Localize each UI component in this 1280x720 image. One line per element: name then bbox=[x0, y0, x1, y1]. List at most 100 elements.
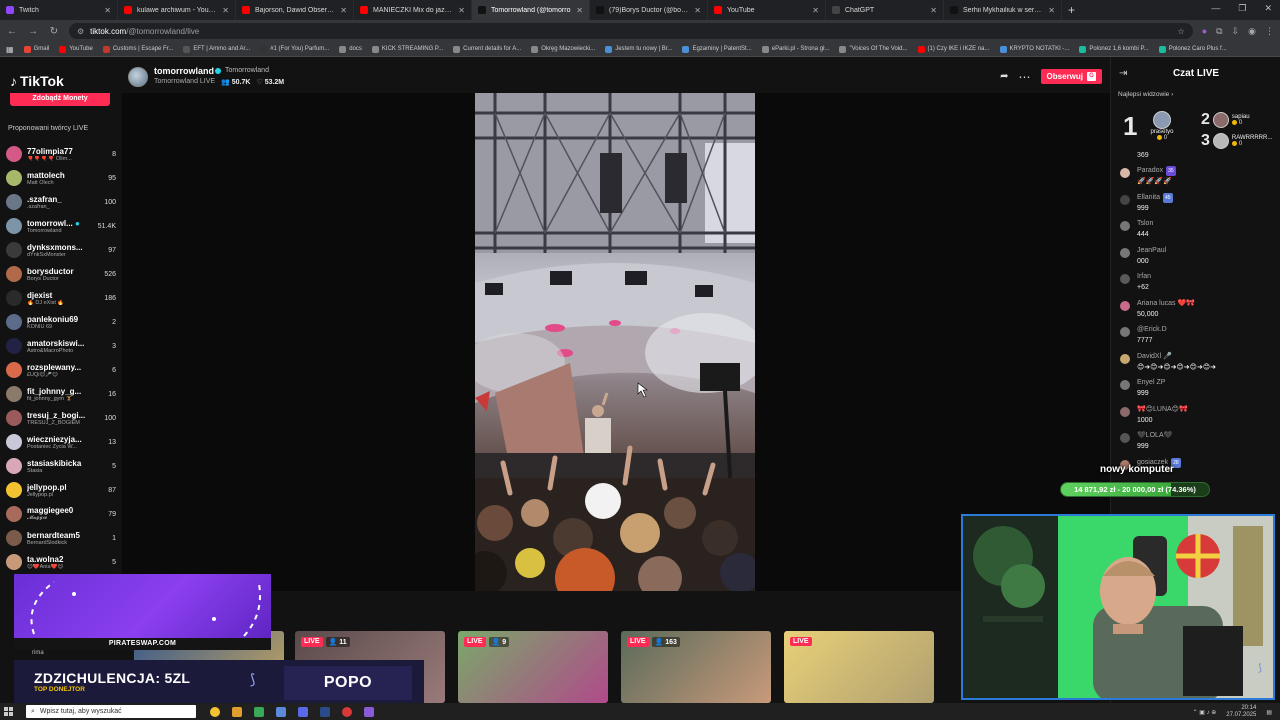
apps-grid-icon[interactable]: ▦ bbox=[6, 45, 14, 54]
podium-first[interactable]: 1 prasetyo 0 bbox=[1123, 111, 1173, 142]
bookmark-item[interactable]: Current details for A... bbox=[453, 45, 521, 53]
close-tab-icon[interactable]: ✕ bbox=[812, 6, 819, 15]
browser-tab[interactable]: ChatGPT ✕ bbox=[826, 0, 944, 20]
site-info-icon[interactable]: ⚙ bbox=[77, 27, 84, 36]
back-icon[interactable]: ← bbox=[6, 26, 18, 37]
app-icon[interactable] bbox=[276, 706, 286, 717]
browser-tab[interactable]: YouTube ✕ bbox=[708, 0, 826, 20]
chat-message[interactable]: Paradox 35 🚀🚀🚀🚀 bbox=[1117, 166, 1277, 193]
creator-item[interactable]: bernardteam5 BernardSlodkick 1 bbox=[6, 526, 116, 550]
recommended-live-card[interactable]: LIVE 👤 9 bbox=[458, 631, 608, 703]
bookmark-item[interactable]: Jestem tu nowy | Br... bbox=[605, 45, 672, 53]
forward-icon[interactable]: → bbox=[27, 26, 39, 37]
close-tab-icon[interactable]: ✕ bbox=[340, 6, 347, 15]
creator-item[interactable]: amatorskiswi... Astro&MacroPhoto 3 bbox=[6, 334, 116, 358]
windows-start-icon[interactable] bbox=[0, 703, 16, 720]
creator-item[interactable]: djexist 🔥 DJ eXist 🔥 186 bbox=[6, 286, 116, 310]
tiktok-logo[interactable]: ♪ TikTok bbox=[10, 73, 64, 89]
more-options-icon[interactable]: ⋯ bbox=[1019, 70, 1031, 84]
bookmark-item[interactable]: Gmail bbox=[23, 45, 49, 53]
chat-message[interactable]: Irfan +62 bbox=[1117, 272, 1277, 299]
close-tab-icon[interactable]: ✕ bbox=[930, 6, 937, 15]
bookmark-item[interactable]: YouTube bbox=[59, 45, 93, 53]
creator-item[interactable]: fit_johnny_g... fit_johnny_gym 🏋 16 bbox=[6, 382, 116, 406]
steam-app-icon[interactable] bbox=[320, 706, 330, 717]
bookmark-item[interactable]: Egzaminy | PatentSt... bbox=[682, 45, 752, 53]
extension-icon[interactable]: ● bbox=[1202, 26, 1207, 37]
notifications-icon[interactable]: ▤ bbox=[1266, 709, 1272, 716]
chrome-app-icon[interactable] bbox=[210, 706, 220, 717]
host-name[interactable]: tomorrowland bbox=[154, 66, 214, 76]
creator-item[interactable]: panlekoniu69 KONIU 69 2 bbox=[6, 310, 116, 334]
menu-dots-icon[interactable]: ⋮ bbox=[1265, 26, 1274, 37]
share-icon[interactable]: ➦ bbox=[1000, 71, 1008, 82]
discord-app-icon[interactable] bbox=[298, 706, 308, 717]
chat-message[interactable]: Enyel ZP 999 bbox=[1117, 378, 1277, 405]
close-tab-icon[interactable]: ✕ bbox=[576, 6, 583, 15]
obs-app-icon[interactable] bbox=[342, 706, 352, 717]
follow-button[interactable]: Obserwuj G bbox=[1040, 69, 1102, 84]
creator-item[interactable]: mattolech Matt Olech 95 bbox=[6, 166, 116, 190]
browser-tab[interactable]: Bajorson, Dawid Obserwator, D ✕ bbox=[236, 0, 354, 20]
chat-message[interactable]: 🎀😊LUNA😊🎀 1000 bbox=[1117, 405, 1277, 432]
reload-icon[interactable]: ↻ bbox=[48, 26, 60, 37]
chat-message[interactable]: Ariana lucas ❤️🎀 50,000 bbox=[1117, 299, 1277, 326]
creator-item[interactable]: borysductor Borys Ductor 526 bbox=[6, 262, 116, 286]
recommended-live-card[interactable]: LIVE bbox=[784, 631, 934, 703]
bookmark-item[interactable]: KICK STREAMING P... bbox=[371, 45, 443, 53]
profile-icon[interactable]: ◉ bbox=[1248, 26, 1256, 37]
collapse-chat-icon[interactable]: ⇥ bbox=[1119, 68, 1127, 79]
bookmark-item[interactable]: "Voices Of The Void... bbox=[839, 45, 908, 53]
chat-message[interactable]: Ellanita 45 999 bbox=[1117, 192, 1277, 220]
creator-item[interactable]: 77olimpia77 🎈🎈🎈🎈 Olim... 8 bbox=[6, 142, 116, 166]
bookmark-item[interactable]: Okręg Mazowiecki... bbox=[531, 45, 595, 53]
bookmark-item[interactable]: Polonez 1,6 kombi P... bbox=[1079, 45, 1149, 53]
creator-item[interactable]: tresuj_z_bogi... TRESUJ_Z_BOGIEM 100 bbox=[6, 406, 116, 430]
close-tab-icon[interactable]: ✕ bbox=[104, 6, 111, 15]
chat-message[interactable]: JeanPaul 000 bbox=[1117, 246, 1277, 273]
maximize-icon[interactable]: ❐ bbox=[1238, 3, 1246, 14]
browser-tab[interactable]: (79)Borys Ductor (@borysduct ✕ bbox=[590, 0, 708, 20]
get-coins-button[interactable]: Zdobądź Monety bbox=[10, 93, 110, 106]
bookmark-star-icon[interactable]: ☆ bbox=[1178, 27, 1185, 36]
browser-tab[interactable]: Tomorrowland (@tomorro ✕ bbox=[472, 0, 590, 20]
browser-tab[interactable]: Serhii Mykhailiuk w serwisie X ✕ bbox=[944, 0, 1062, 20]
app-icon[interactable] bbox=[364, 706, 374, 717]
close-window-icon[interactable]: ✕ bbox=[1264, 3, 1272, 14]
chat-message[interactable]: 🖤LOLA🖤 999 bbox=[1117, 431, 1277, 458]
taskbar-clock[interactable]: 20:14 27.07.2025 bbox=[1226, 705, 1256, 719]
creator-item[interactable]: dynksxmons... dYnkSxMonster 97 bbox=[6, 238, 116, 262]
chat-message[interactable]: DavidXl 🎤 😊➜😊➜😊➜😊➜😊➜😊➜ bbox=[1117, 352, 1277, 379]
new-tab-button[interactable]: + bbox=[1062, 3, 1081, 17]
chat-message[interactable]: Tslon 444 bbox=[1117, 219, 1277, 246]
podium-second[interactable]: 2 sapiau 0 bbox=[1201, 111, 1250, 129]
bookmark-item[interactable]: Polonez Caro Plus f... bbox=[1158, 45, 1227, 53]
extensions-puzzle-icon[interactable]: ⧉ bbox=[1216, 26, 1222, 37]
top-viewers-label[interactable]: Najlepsi widzowie › bbox=[1118, 91, 1173, 98]
host-avatar[interactable] bbox=[128, 67, 148, 87]
bookmark-item[interactable]: EFT | Ammo and Ar... bbox=[183, 45, 250, 53]
creator-item[interactable]: wieczniezyja... Postaniec Życia W... 13 bbox=[6, 430, 116, 454]
close-tab-icon[interactable]: ✕ bbox=[694, 6, 701, 15]
bookmark-item[interactable]: (1) Czy IKE i IKZE na... bbox=[917, 45, 990, 53]
live-video-player[interactable] bbox=[475, 93, 755, 591]
tray-icons[interactable]: ⌃ ▣ ♪ ⊕ bbox=[1193, 709, 1217, 716]
chat-message[interactable]: @Erick.D 7777 bbox=[1117, 325, 1277, 352]
address-bar[interactable]: ⚙ tiktok.com/@tomorrowland/live ☆ bbox=[69, 23, 1193, 39]
excel-app-icon[interactable] bbox=[254, 706, 264, 717]
taskbar-search-box[interactable]: ⌕ Wpisz tutaj, aby wyszukać bbox=[26, 705, 196, 718]
creator-item[interactable]: tomorrowl... ● Tomorrowland 51.4K bbox=[6, 214, 116, 238]
downloads-icon[interactable]: ⇩ bbox=[1232, 26, 1240, 37]
close-tab-icon[interactable]: ✕ bbox=[1048, 6, 1055, 15]
browser-tab[interactable]: kulawe archiwum - YouTube ✕ bbox=[118, 0, 236, 20]
bookmark-item[interactable]: docs bbox=[339, 45, 362, 53]
browser-tab[interactable]: Twitch ✕ bbox=[0, 0, 118, 20]
creator-item[interactable]: stasiaskibicka Stasia 5 bbox=[6, 454, 116, 478]
recommended-live-card[interactable]: LIVE 👤 163 bbox=[621, 631, 771, 703]
bookmark-item[interactable]: KRYPTO NOTATKI -... bbox=[999, 45, 1069, 53]
browser-tab[interactable]: MANIECZKI Mix do jazdy noc ✕ bbox=[354, 0, 472, 20]
file-explorer-icon[interactable] bbox=[232, 706, 242, 717]
minimize-icon[interactable]: — bbox=[1211, 3, 1220, 14]
bookmark-item[interactable]: #1 (For You) Parfum... bbox=[260, 45, 329, 53]
podium-third[interactable]: 3 RAWRRRRR... 0 bbox=[1201, 132, 1272, 150]
